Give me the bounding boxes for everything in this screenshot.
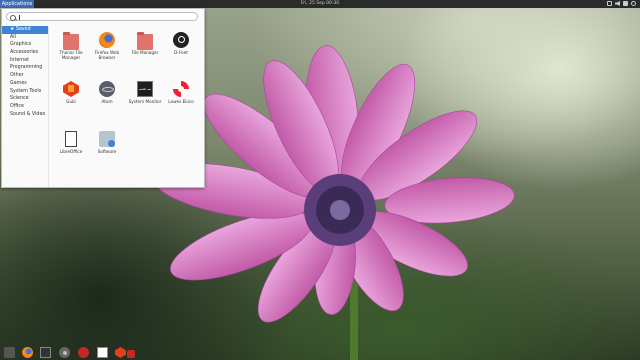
- app-tile-firefox[interactable]: Firefox Web Browser: [88, 32, 126, 60]
- clock[interactable]: Fri, 25 Sep 00:30: [0, 0, 640, 8]
- volume-icon[interactable]: [615, 1, 620, 6]
- app-tile-file-manager[interactable]: File Manager: [126, 32, 164, 55]
- document-icon: [65, 131, 77, 147]
- app-label: Software: [97, 149, 117, 154]
- app-label: Gubi: [66, 99, 76, 104]
- app-label: LibreOffice: [59, 149, 83, 154]
- app-tile-system-monitor[interactable]: System Monitor: [126, 81, 164, 104]
- app-tile-atom[interactable]: Atom: [88, 81, 126, 104]
- network-icon[interactable]: [607, 1, 612, 6]
- battery-icon[interactable]: [623, 1, 628, 6]
- category-games[interactable]: Games: [2, 80, 48, 88]
- software-icon: [99, 131, 115, 147]
- document-icon[interactable]: [97, 347, 108, 358]
- app-tile-d-feet[interactable]: D-Feet: [162, 32, 200, 55]
- power-icon[interactable]: [631, 1, 636, 6]
- app-label: Lowes Ekico: [168, 99, 194, 104]
- dock: [0, 346, 640, 360]
- category-system-tools[interactable]: System Tools: [2, 88, 48, 96]
- category-science[interactable]: Science: [2, 95, 48, 103]
- app-label: Thunar File Manager: [59, 50, 83, 60]
- app-tile-thunar[interactable]: Thunar File Manager: [52, 32, 90, 60]
- help-icon[interactable]: [78, 347, 89, 358]
- search-icon: [10, 14, 16, 21]
- firefox-icon: [99, 32, 115, 48]
- category-graphics[interactable]: Graphics: [2, 41, 48, 49]
- category-saved[interactable]: ★ Saved: [2, 26, 48, 34]
- text-cursor: [19, 14, 20, 20]
- system-tray: [607, 1, 636, 7]
- category-accessories[interactable]: Accessories: [2, 49, 48, 57]
- category-other[interactable]: Other: [2, 72, 48, 80]
- app-tile-software[interactable]: Software: [88, 131, 126, 154]
- category-programming[interactable]: Programming: [2, 64, 48, 72]
- top-panel: Applications Fri, 25 Sep 00:30: [0, 0, 640, 8]
- d-feet-icon: [173, 32, 189, 48]
- app-label: D-Feet: [174, 50, 188, 55]
- settings-icon[interactable]: [59, 347, 70, 358]
- atom-icon: [99, 81, 115, 97]
- search-input[interactable]: [6, 12, 198, 21]
- category-office[interactable]: Office: [2, 103, 48, 111]
- gubi-icon[interactable]: [115, 347, 126, 358]
- app-icon[interactable]: [127, 350, 135, 358]
- app-label: Atom: [101, 99, 113, 104]
- files-icon[interactable]: [4, 347, 15, 358]
- lifebuoy-icon: [173, 81, 189, 97]
- app-tile-libreoffice[interactable]: LibreOffice: [52, 131, 90, 154]
- app-label: Firefox Web Browser: [94, 50, 120, 60]
- app-tile-gubi[interactable]: Gubi: [52, 81, 90, 104]
- category-all[interactable]: All: [2, 34, 48, 42]
- app-label: File Manager: [131, 50, 159, 55]
- folder-icon: [63, 32, 79, 50]
- application-menu: ★ Saved All Graphics Accessories Interne…: [1, 8, 205, 188]
- terminal-icon[interactable]: [40, 347, 51, 358]
- category-list: ★ Saved All Graphics Accessories Interne…: [2, 26, 49, 187]
- app-label: System Monitor: [128, 99, 162, 104]
- firefox-icon[interactable]: [22, 347, 33, 358]
- category-internet[interactable]: Internet: [2, 57, 48, 65]
- folder-icon: [137, 32, 153, 50]
- app-tile-lowes-ekico[interactable]: Lowes Ekico: [162, 81, 200, 104]
- gubi-icon: [63, 81, 79, 97]
- category-sound-video[interactable]: Sound & Video: [2, 111, 48, 119]
- system-monitor-icon: [137, 81, 153, 97]
